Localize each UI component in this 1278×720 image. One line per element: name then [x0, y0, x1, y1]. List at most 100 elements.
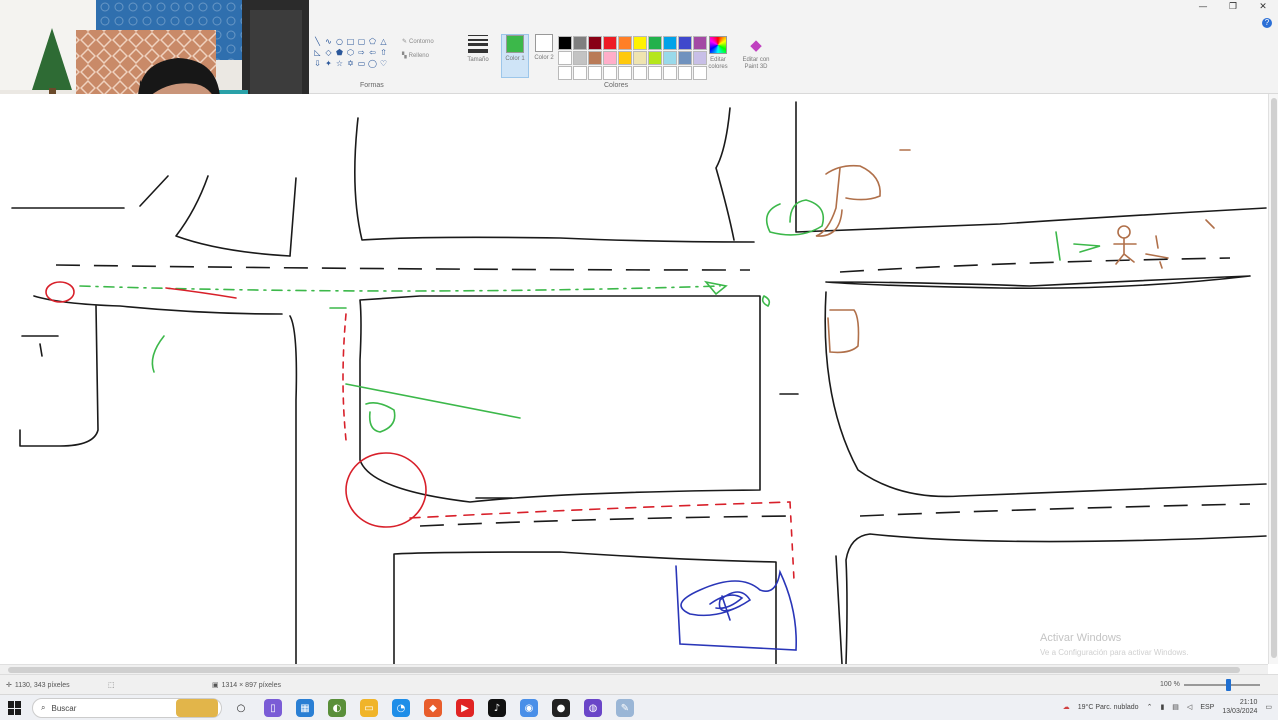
palette-swatch[interactable]: [633, 51, 647, 65]
shape-polygon-icon[interactable]: ⬠: [367, 36, 378, 47]
edit-colors-button[interactable]: Editar colores: [700, 36, 736, 71]
shape-right-triangle-icon[interactable]: ◺: [312, 47, 323, 58]
shape-callout-oval-icon[interactable]: ◯: [367, 58, 378, 69]
phone-app-icon[interactable]: ▯: [264, 699, 282, 717]
file-explorer-icon[interactable]: ▭: [360, 699, 378, 717]
shape-pentagon-icon[interactable]: ⬟: [334, 47, 345, 58]
palette-swatch[interactable]: [588, 36, 602, 50]
group-label-shapes: Formas: [360, 82, 384, 89]
microphone-icon[interactable]: ▮: [1160, 703, 1164, 711]
palette-swatch[interactable]: [648, 66, 662, 80]
shape-fill-button[interactable]: ▚ Relleno: [402, 52, 429, 60]
obs-icon[interactable]: ●: [552, 699, 570, 717]
shape-outline-button[interactable]: ✎ Contorno: [402, 38, 434, 46]
street-map-drawing[interactable]: [0, 94, 1278, 664]
restore-icon[interactable]: ❐: [1218, 0, 1248, 14]
volume-icon[interactable]: ◁: [1187, 703, 1192, 711]
zoom-slider-track[interactable]: [1184, 684, 1260, 686]
palette-swatch[interactable]: [558, 51, 572, 65]
palette-swatch[interactable]: [663, 36, 677, 50]
palette-swatch[interactable]: [558, 66, 572, 80]
shape-rect-icon[interactable]: □: [345, 36, 356, 47]
chat-icon[interactable]: ◐: [328, 699, 346, 717]
palette-swatch[interactable]: [573, 36, 587, 50]
shape-star5-icon[interactable]: ☆: [334, 58, 345, 69]
chrome-icon[interactable]: ◉: [520, 699, 538, 717]
window-controls: — ❐ ✕: [1188, 0, 1278, 14]
weather-text[interactable]: 19°C Parc. nublado: [1078, 704, 1139, 711]
color2-swatch: [535, 34, 553, 52]
shapes-gallery[interactable]: ╲ ∿ ○ □ ▢ ⬠ △ ◺ ◇ ⬟ ⬡ ⇨ ⇦ ⇧ ⇩ ✦ ☆ ✡ ▭ ◯ …: [312, 36, 390, 69]
shape-star4-icon[interactable]: ✦: [323, 58, 334, 69]
shape-line-icon[interactable]: ╲: [312, 36, 323, 47]
vertical-scrollbar[interactable]: [1268, 94, 1278, 664]
shape-heart-icon[interactable]: ♡: [378, 58, 389, 69]
close-icon[interactable]: ✕: [1248, 0, 1278, 14]
palette-swatch[interactable]: [678, 51, 692, 65]
weather-icon[interactable]: ☁: [1063, 703, 1070, 711]
paint3d-icon: ◆: [750, 35, 762, 54]
shape-arrow-down-icon[interactable]: ⇩: [312, 58, 323, 69]
size-button[interactable]: Tamaño: [464, 34, 492, 78]
drawing-canvas[interactable]: Activar Windows Ve a Configuración para …: [0, 94, 1278, 664]
color-palette[interactable]: [558, 36, 707, 80]
palette-swatch[interactable]: [603, 66, 617, 80]
palette-swatch[interactable]: [573, 66, 587, 80]
shape-round-rect-icon[interactable]: ▢: [356, 36, 367, 47]
zoom-slider-thumb[interactable]: [1226, 679, 1231, 691]
palette-swatch[interactable]: [588, 51, 602, 65]
shape-arrow-right-icon[interactable]: ⇨: [356, 47, 367, 58]
shape-star6-icon[interactable]: ✡: [345, 58, 356, 69]
teams-icon[interactable]: ◍: [584, 699, 602, 717]
palette-swatch[interactable]: [633, 66, 647, 80]
tiktok-icon[interactable]: ♪: [488, 699, 506, 717]
palette-swatch[interactable]: [618, 66, 632, 80]
shape-hexagon-icon[interactable]: ⬡: [345, 47, 356, 58]
search-highlight-icon[interactable]: [176, 699, 218, 717]
shape-triangle-icon[interactable]: △: [378, 36, 389, 47]
office-icon[interactable]: ◆: [424, 699, 442, 717]
help-icon[interactable]: ?: [1262, 18, 1272, 28]
notifications-icon[interactable]: ▭: [1265, 703, 1272, 711]
paint-icon[interactable]: ✎: [616, 699, 634, 717]
canvas-size-icon: ▣: [212, 682, 219, 689]
palette-swatch[interactable]: [618, 36, 632, 50]
shape-oval-icon[interactable]: ○: [334, 36, 345, 47]
palette-swatch[interactable]: [648, 51, 662, 65]
youtube-icon[interactable]: ▶: [456, 699, 474, 717]
network-icon[interactable]: ▤: [1172, 703, 1179, 711]
minimize-icon[interactable]: —: [1188, 0, 1218, 14]
vertical-scroll-thumb[interactable]: [1271, 98, 1277, 658]
palette-swatch[interactable]: [588, 66, 602, 80]
palette-swatch[interactable]: [663, 66, 677, 80]
language-indicator[interactable]: ESP: [1200, 704, 1214, 711]
edge-icon[interactable]: ◔: [392, 699, 410, 717]
shape-diamond-icon[interactable]: ◇: [323, 47, 334, 58]
shape-arrow-left-icon[interactable]: ⇦: [367, 47, 378, 58]
palette-swatch[interactable]: [618, 51, 632, 65]
horizontal-scroll-thumb[interactable]: [8, 667, 1240, 673]
paint3d-button[interactable]: ◆ Editar con Paint 3D: [738, 36, 774, 71]
cursor-position-text: 1130, 343 píxeles: [14, 681, 70, 689]
palette-swatch[interactable]: [558, 36, 572, 50]
color2-button[interactable]: Color 2: [530, 34, 558, 78]
shape-curve-icon[interactable]: ∿: [323, 36, 334, 47]
palette-swatch[interactable]: [573, 51, 587, 65]
palette-swatch[interactable]: [663, 51, 677, 65]
shape-callout-rect-icon[interactable]: ▭: [356, 58, 367, 69]
windows-start-icon[interactable]: [8, 701, 22, 715]
chevron-up-icon[interactable]: ⌃: [1147, 703, 1153, 711]
palette-swatch[interactable]: [603, 36, 617, 50]
task-view-icon[interactable]: ○: [232, 699, 250, 717]
palette-swatch[interactable]: [633, 36, 647, 50]
horizontal-scrollbar[interactable]: [0, 664, 1268, 674]
widgets-icon[interactable]: ▦: [296, 699, 314, 717]
palette-swatch[interactable]: [678, 36, 692, 50]
palette-swatch[interactable]: [678, 66, 692, 80]
pencil-icon: ✎: [402, 39, 408, 45]
clock[interactable]: 21:10 13/03/2024: [1222, 698, 1257, 716]
color1-button[interactable]: Color 1: [501, 34, 529, 78]
shape-arrow-up-icon[interactable]: ⇧: [378, 47, 389, 58]
palette-swatch[interactable]: [648, 36, 662, 50]
palette-swatch[interactable]: [603, 51, 617, 65]
